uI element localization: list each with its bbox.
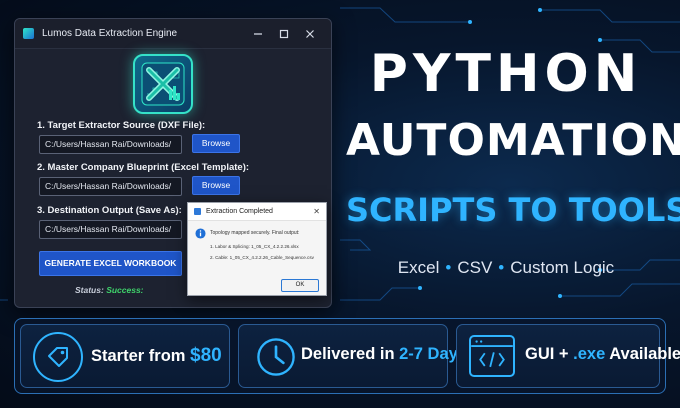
price-icon-circle bbox=[33, 332, 83, 382]
price-value: $80 bbox=[190, 345, 222, 366]
info-icon bbox=[195, 228, 206, 239]
price-card: Starter from $80 bbox=[20, 324, 230, 388]
separator-dot: • bbox=[445, 258, 452, 277]
headline-python: PYTHON bbox=[369, 44, 643, 104]
code-window-icon bbox=[469, 335, 515, 377]
feature-custom-logic: Custom Logic bbox=[510, 258, 615, 277]
window-titlebar[interactable]: Lumos Data Extraction Engine bbox=[15, 19, 331, 49]
exe-highlight: .exe bbox=[573, 345, 606, 363]
source-browse-button[interactable]: Browse bbox=[192, 134, 240, 153]
dialog-app-icon bbox=[194, 208, 201, 215]
status-label: Status: bbox=[75, 285, 104, 295]
destination-path-input[interactable]: C:/Users/Hassan Rai/Downloads/ bbox=[39, 220, 182, 239]
maximize-icon[interactable] bbox=[271, 24, 297, 44]
dialog-close-icon[interactable]: ✕ bbox=[313, 207, 320, 216]
feature-csv: CSV bbox=[457, 258, 493, 277]
dialog-titlebar[interactable]: Extraction Completed ✕ bbox=[188, 203, 326, 221]
delivery-text: Delivered in 2-7 Days bbox=[301, 345, 467, 364]
generate-workbook-button[interactable]: GENERATE EXCEL WORKBOOK bbox=[39, 251, 182, 276]
feature-excel: Excel bbox=[397, 258, 440, 277]
dialog-output-line-1: 1. Labor & Splicing: 1_05_CX_4.2.2.26.xl… bbox=[210, 244, 299, 249]
dialog-output-line-2: 2. Cable: 1_05_CX_4.2.2.26_Cable_Sequenc… bbox=[210, 255, 314, 260]
extraction-logo-icon bbox=[141, 62, 185, 106]
blueprint-browse-button[interactable]: Browse bbox=[192, 176, 240, 195]
price-tag-icon bbox=[48, 347, 68, 367]
extraction-completed-dialog: Extraction Completed ✕ Topology mapped s… bbox=[187, 202, 327, 296]
dialog-message: Topology mapped securely. Final output: bbox=[210, 230, 300, 236]
gui-suffix: Available bbox=[605, 345, 680, 363]
source-path-input[interactable]: C:/Users/Hassan Rai/Downloads/ bbox=[39, 135, 182, 154]
source-field-label: 1. Target Extractor Source (DXF File): bbox=[37, 120, 206, 131]
destination-field-label: 3. Destination Output (Save As): bbox=[37, 205, 182, 216]
blueprint-field-label: 2. Master Company Blueprint (Excel Templ… bbox=[37, 162, 250, 173]
status-text: Status: Success: bbox=[75, 285, 144, 295]
window-title: Lumos Data Extraction Engine bbox=[42, 28, 178, 39]
delivery-prefix: Delivered in bbox=[301, 345, 400, 363]
feature-subline: Excel • CSV • Custom Logic bbox=[356, 258, 656, 278]
headline-automation: AUTOMATION bbox=[346, 115, 680, 166]
headline-scripts-to-tools: SCRIPTS TO TOOLS bbox=[346, 191, 680, 229]
dialog-title: Extraction Completed bbox=[206, 208, 273, 215]
price-prefix: Starter from bbox=[91, 347, 191, 365]
app-logo bbox=[133, 54, 193, 114]
clock-icon-circle bbox=[251, 332, 301, 382]
clock-icon bbox=[257, 338, 295, 376]
status-value: Success: bbox=[106, 285, 144, 295]
price-text: Starter from $80 bbox=[91, 345, 222, 367]
close-icon[interactable] bbox=[297, 24, 323, 44]
code-brackets-icon bbox=[471, 340, 513, 368]
gui-text: GUI + .exe Available bbox=[525, 345, 680, 364]
dialog-ok-button[interactable]: OK bbox=[281, 279, 319, 292]
separator-dot: • bbox=[498, 258, 505, 277]
app-icon bbox=[23, 28, 34, 39]
blueprint-path-input[interactable]: C:/Users/Hassan Rai/Downloads/ bbox=[39, 177, 182, 196]
delivery-card: Delivered in 2-7 Days bbox=[238, 324, 467, 388]
gui-prefix: GUI + bbox=[525, 345, 574, 363]
minimize-icon[interactable] bbox=[245, 24, 271, 44]
gui-card: GUI + .exe Available bbox=[456, 324, 680, 388]
